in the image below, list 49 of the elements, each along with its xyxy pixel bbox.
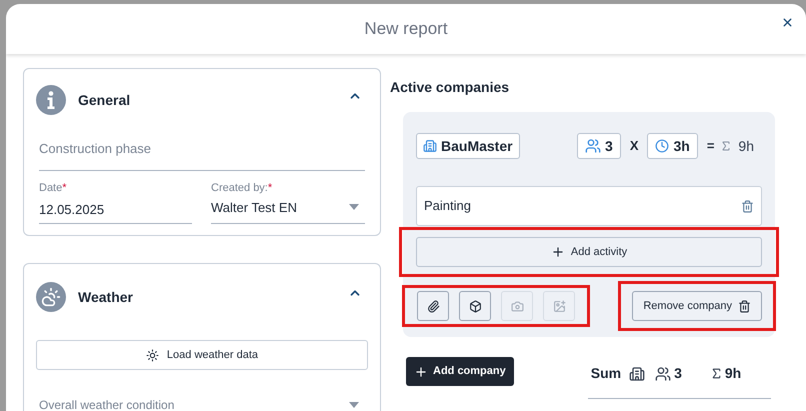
delete-icon[interactable] — [741, 200, 754, 212]
construction-phase-field[interactable]: Construction phase — [39, 140, 365, 170]
info-icon — [36, 85, 66, 115]
load-weather-button[interactable]: Load weather data — [36, 340, 368, 370]
building-icon — [629, 366, 646, 382]
paperclip-icon — [426, 300, 440, 312]
hours-chip[interactable]: 3h — [647, 133, 698, 159]
tool-button[interactable] — [459, 291, 491, 321]
window-title: New report — [364, 18, 448, 40]
section-title: Weather — [78, 288, 133, 306]
trash-icon — [738, 300, 751, 312]
weather-icon — [36, 282, 66, 312]
building-icon — [423, 139, 437, 153]
multiply-sign: X — [630, 137, 638, 156]
section-heading: Active companies — [390, 78, 510, 97]
cube-icon — [468, 300, 482, 312]
people-icon — [655, 366, 672, 382]
plus-icon — [550, 245, 565, 259]
people-icon — [585, 138, 602, 154]
field-label: Created by:* — [211, 182, 274, 194]
dropdown-caret-icon[interactable] — [349, 402, 359, 408]
total-hours: 9h — [738, 136, 754, 156]
sum-label: Sum — [590, 364, 622, 383]
plus-icon — [414, 364, 428, 378]
sum-hours: 9h — [724, 364, 742, 383]
workers-chip[interactable]: 3 — [577, 133, 621, 159]
equals-sign: = — [706, 137, 714, 156]
field-value: 12.05.2025 — [39, 200, 106, 218]
sigma-icon — [710, 367, 723, 380]
activity-field[interactable]: Painting — [416, 186, 762, 226]
field-value: Walter Test EN — [211, 198, 297, 216]
add-activity-button[interactable]: Add activity — [416, 237, 762, 267]
section-title: General — [78, 90, 130, 110]
dropdown-caret-icon[interactable] — [349, 204, 359, 210]
weather-condition-select[interactable]: Overall weather condition — [39, 396, 365, 411]
add-company-button[interactable]: Add company — [406, 357, 514, 386]
camera-icon — [510, 300, 524, 312]
remove-company-button[interactable]: Remove company — [632, 291, 762, 321]
company-chip[interactable]: BauMaster — [416, 133, 520, 159]
date-field[interactable]: Date* 12.05.2025 — [39, 182, 192, 224]
tool-button[interactable] — [417, 291, 449, 321]
sigma-icon — [720, 140, 732, 152]
created-by-select[interactable]: Created by:* Walter Test EN — [211, 182, 365, 224]
add-image-icon — [552, 300, 566, 312]
sum-workers: 3 — [674, 364, 682, 383]
field-label: Date* — [39, 182, 68, 194]
sun-icon — [146, 348, 159, 362]
clock-icon — [655, 139, 670, 153]
close-button[interactable] — [781, 16, 794, 29]
